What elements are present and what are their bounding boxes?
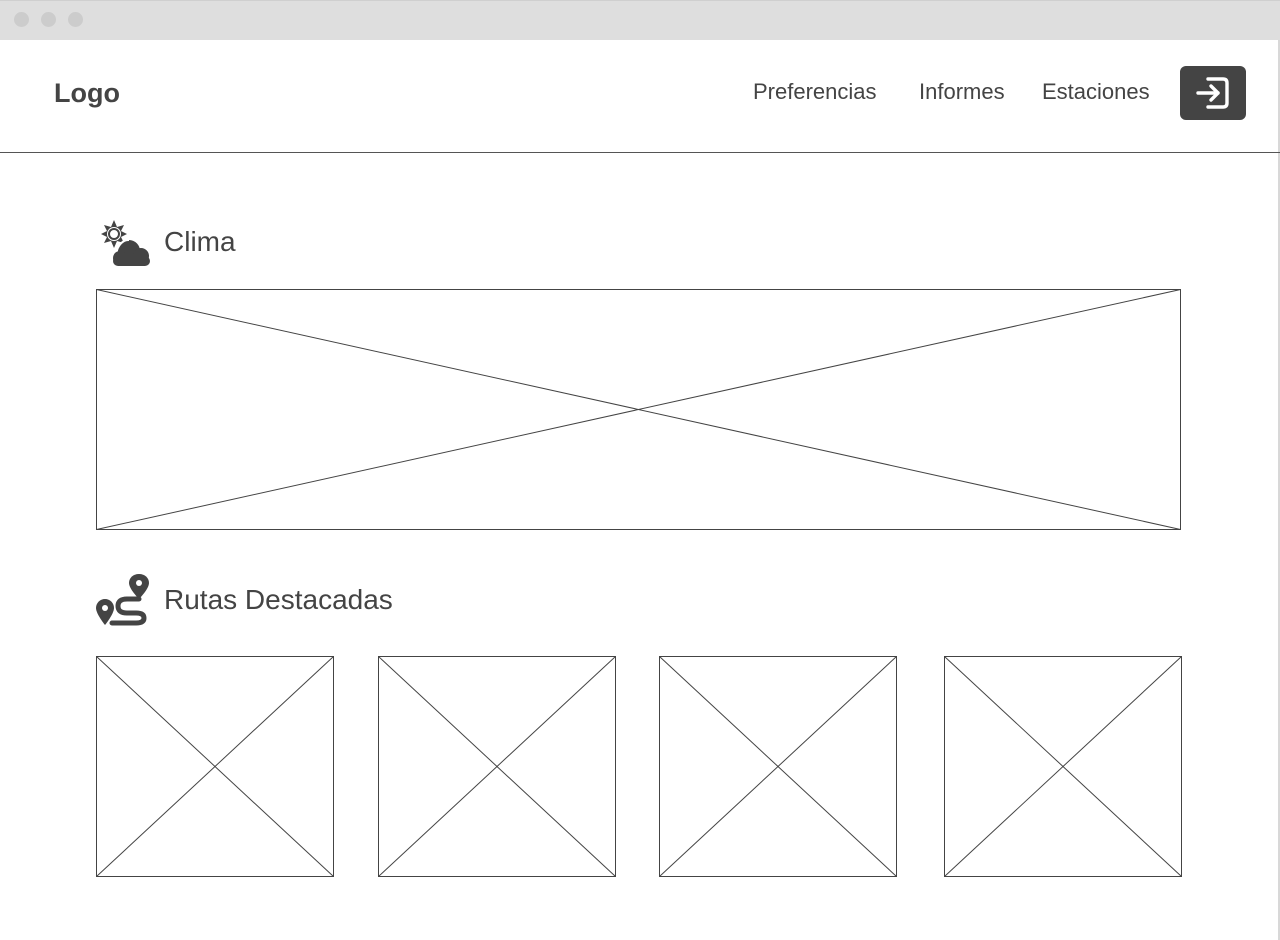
cloud-sun-icon <box>101 220 150 266</box>
nav-preferencias[interactable]: Preferencias <box>753 78 877 106</box>
clima-title: Clima <box>164 226 236 257</box>
ruta-card-2-placeholder[interactable] <box>378 656 616 877</box>
ruta-card-1-placeholder[interactable] <box>96 656 334 877</box>
window-minimize-dot[interactable] <box>41 12 56 27</box>
window-titlebar <box>0 0 1280 40</box>
ruta-card-4-placeholder[interactable] <box>944 656 1182 877</box>
rutas-title: Rutas Destacadas <box>164 584 393 615</box>
window-maximize-dot[interactable] <box>68 12 83 27</box>
top-header: Logo Preferencias Informes Estaciones <box>0 40 1280 153</box>
sign-out-icon <box>1196 77 1229 109</box>
nav-informes[interactable]: Informes <box>919 78 1005 106</box>
app-window: Logo Preferencias Informes Estaciones Cl… <box>0 0 1280 940</box>
logo[interactable]: Logo <box>54 77 120 109</box>
logout-button[interactable] <box>1180 66 1246 120</box>
clima-image-placeholder <box>96 289 1181 530</box>
ruta-card-3-placeholder[interactable] <box>659 656 897 877</box>
route-icon <box>96 574 149 626</box>
window-close-dot[interactable] <box>14 12 29 27</box>
nav-estaciones[interactable]: Estaciones <box>1042 78 1150 106</box>
